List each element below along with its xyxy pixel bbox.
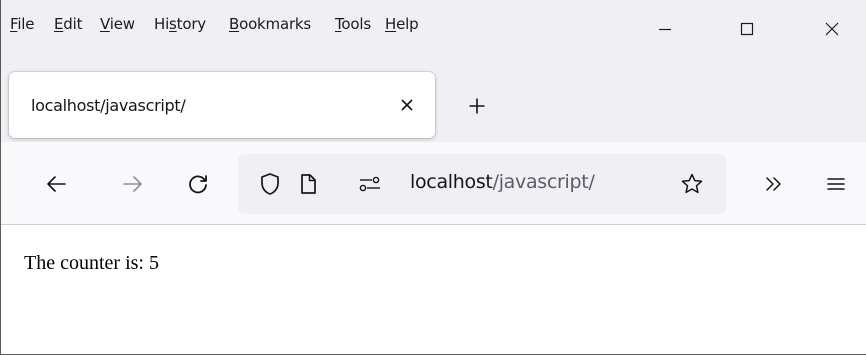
menu-file-label: ile xyxy=(17,15,35,33)
arrow-left-icon xyxy=(47,176,66,192)
menu-history-label: tory xyxy=(176,15,207,33)
bookmark-star-button[interactable] xyxy=(674,165,710,203)
minimize-icon xyxy=(659,28,671,31)
window-close-button[interactable] xyxy=(804,0,860,58)
reload-button[interactable] xyxy=(178,164,218,204)
close-icon xyxy=(401,99,413,111)
site-permissions-icon xyxy=(359,176,380,192)
browser-window: File Edit View History Bookmarks Tools H… xyxy=(0,0,866,355)
menu-view[interactable]: View xyxy=(100,15,135,33)
page-info-button[interactable] xyxy=(290,165,326,203)
back-button[interactable] xyxy=(36,164,76,204)
menu-file[interactable]: File xyxy=(10,15,35,33)
tab-title: localhost/javascript/ xyxy=(31,96,186,115)
maximize-icon xyxy=(740,22,754,36)
menu-bookmarks-label: ookmarks xyxy=(239,15,312,33)
forward-button[interactable] xyxy=(113,164,153,204)
url-bar[interactable]: localhost/javascript/ xyxy=(238,154,726,214)
title-bar: File Edit View History Bookmarks Tools H… xyxy=(1,0,866,142)
page-icon xyxy=(301,174,316,194)
menu-help-accel: H xyxy=(385,15,397,33)
menu-help-label: elp xyxy=(396,15,419,33)
overflow-menu-button[interactable] xyxy=(754,164,794,204)
menu-bookmarks-accel: B xyxy=(229,15,240,33)
counter-text: The counter is: 5 xyxy=(24,252,159,274)
menu-edit-accel: E xyxy=(54,15,64,33)
menu-bookmarks[interactable]: Bookmarks xyxy=(229,15,311,33)
arrow-right-icon xyxy=(123,176,142,192)
menu-tools[interactable]: Tools xyxy=(335,15,371,33)
menu-history[interactable]: History xyxy=(154,15,206,33)
plus-icon xyxy=(469,98,485,114)
shield-icon xyxy=(261,173,279,195)
menu-history-accel: s xyxy=(169,15,177,33)
menu-edit[interactable]: Edit xyxy=(54,15,82,33)
menu-help[interactable]: Help xyxy=(385,15,419,33)
menu-view-label: iew xyxy=(109,15,135,33)
chevron-double-right-icon xyxy=(766,177,781,191)
menu-view-accel: V xyxy=(100,15,110,33)
url-path: /javascript/ xyxy=(492,171,595,193)
tab-close-button[interactable] xyxy=(393,91,421,119)
url-text[interactable]: localhost/javascript/ xyxy=(410,171,595,193)
nav-bar: localhost/javascript/ xyxy=(1,142,866,225)
tab-active[interactable]: localhost/javascript/ xyxy=(9,72,435,138)
page-content: The counter is: 5 xyxy=(1,225,866,354)
reload-icon xyxy=(189,175,207,194)
maximize-button[interactable] xyxy=(719,0,775,58)
site-permissions-button[interactable] xyxy=(355,165,385,203)
close-icon xyxy=(825,22,839,36)
app-menu-button[interactable] xyxy=(816,164,856,204)
menu-edit-label: dit xyxy=(63,15,83,33)
new-tab-button[interactable] xyxy=(459,88,495,124)
minimize-button[interactable] xyxy=(637,0,693,58)
star-icon xyxy=(681,173,703,194)
menu-bar: File Edit View History Bookmarks Tools H… xyxy=(1,0,866,58)
url-host: localhost xyxy=(410,171,493,193)
hamburger-menu-icon xyxy=(827,178,845,190)
menu-tools-label: ools xyxy=(341,15,371,33)
menu-history-pre: Hi xyxy=(154,15,170,33)
tracking-protection-button[interactable] xyxy=(252,165,288,203)
